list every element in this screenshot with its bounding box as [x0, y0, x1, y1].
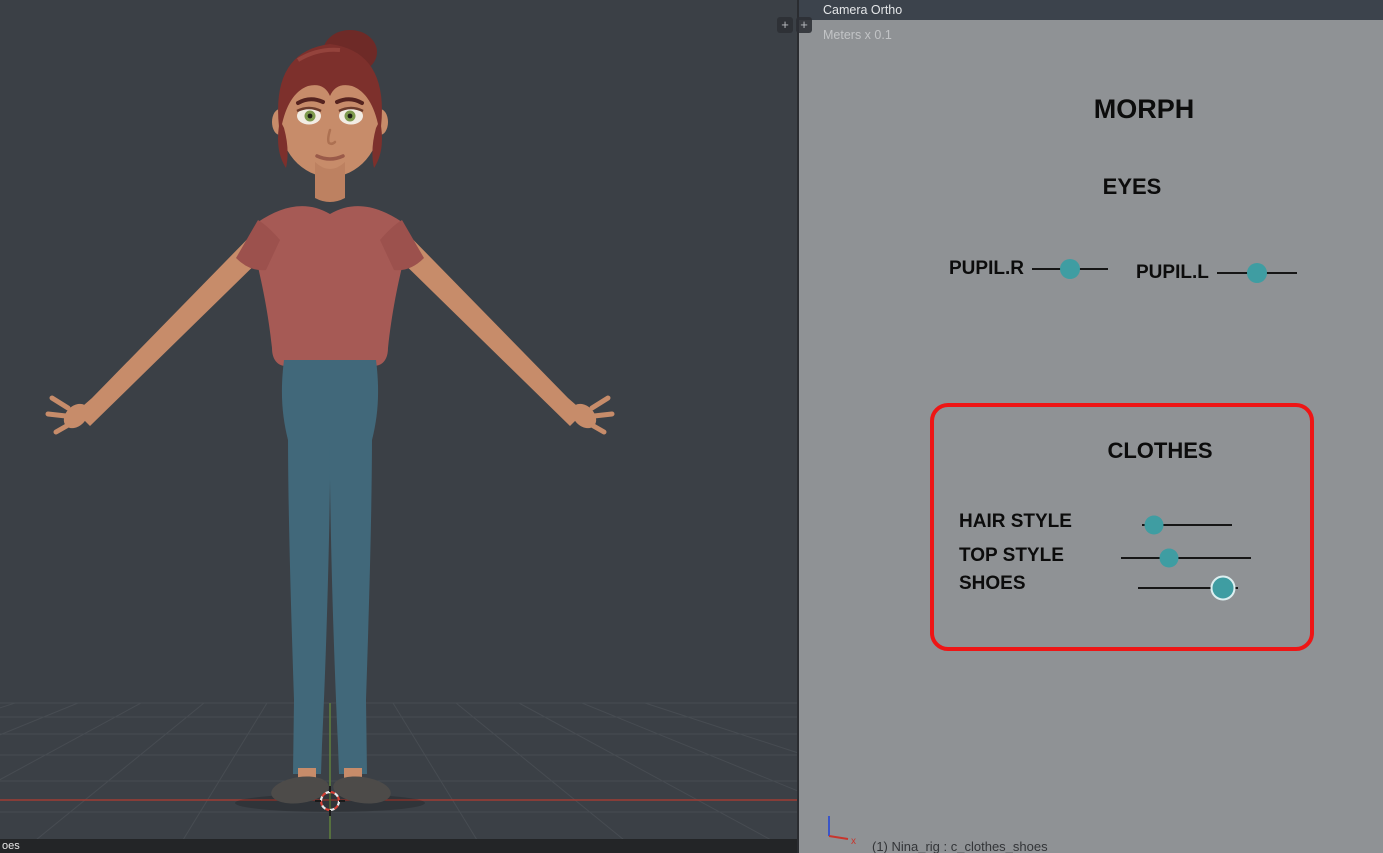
- slider-pupil-r-knob[interactable]: [1060, 259, 1080, 279]
- slider-top-style-label: TOP STYLE: [959, 545, 1064, 567]
- slider-shoes-track[interactable]: [1138, 575, 1238, 601]
- clothes-section-title: CLOTHES: [1060, 438, 1260, 464]
- area-header-bottom[interactable]: oes: [0, 839, 797, 853]
- pants-hips: [282, 360, 378, 440]
- slider-shoes-label: SHOES: [959, 573, 1026, 595]
- viewport-canvas[interactable]: [0, 0, 797, 853]
- area-header-text: oes: [2, 840, 20, 852]
- slider-pupil-r: PUPIL.R: [949, 256, 1108, 282]
- active-object-label: (1) Nina_rig : c_clothes_shoes: [872, 839, 1048, 853]
- slider-top-style-knob[interactable]: [1160, 549, 1179, 568]
- axis-gizmo-x-label: x: [851, 836, 856, 847]
- slider-hair-style-track[interactable]: [1142, 512, 1232, 538]
- morph-title: MORPH: [1029, 94, 1259, 125]
- view-mode-label: Camera Ortho: [823, 3, 902, 17]
- scale-label: Meters x 0.1: [823, 28, 892, 42]
- viewport-background: [0, 0, 797, 853]
- expand-region-icon[interactable]: +: [777, 17, 793, 33]
- slider-pupil-l: PUPIL.L: [1136, 260, 1297, 286]
- expand-region-icon[interactable]: +: [796, 17, 812, 33]
- eyes-section-title: EYES: [1032, 174, 1232, 200]
- slider-shoes-knob[interactable]: [1211, 576, 1236, 601]
- slider-pupil-r-label: PUPIL.R: [949, 258, 1024, 280]
- slider-pupil-l-label: PUPIL.L: [1136, 262, 1209, 284]
- viewport-3d[interactable]: oes: [0, 0, 797, 853]
- viewport-header-bar: Camera Ortho: [799, 0, 1383, 20]
- slider-top-style-track[interactable]: [1121, 545, 1251, 571]
- shirt: [252, 206, 408, 366]
- slider-hair-style-label: HAIR STYLE: [959, 511, 1072, 533]
- viewport-rig-ui[interactable]: Camera Ortho Meters x 0.1 MORPH EYES PUP…: [797, 0, 1383, 853]
- slider-pupil-l-knob[interactable]: [1247, 263, 1267, 283]
- slider-pupil-l-track[interactable]: [1217, 260, 1297, 286]
- slider-pupil-r-track[interactable]: [1032, 256, 1108, 282]
- axis-gizmo: x: [821, 808, 865, 848]
- slider-hair-style-knob[interactable]: [1144, 516, 1163, 535]
- application-window: oes + + Camera Ortho Meters x 0.1 MORPH …: [0, 0, 1383, 853]
